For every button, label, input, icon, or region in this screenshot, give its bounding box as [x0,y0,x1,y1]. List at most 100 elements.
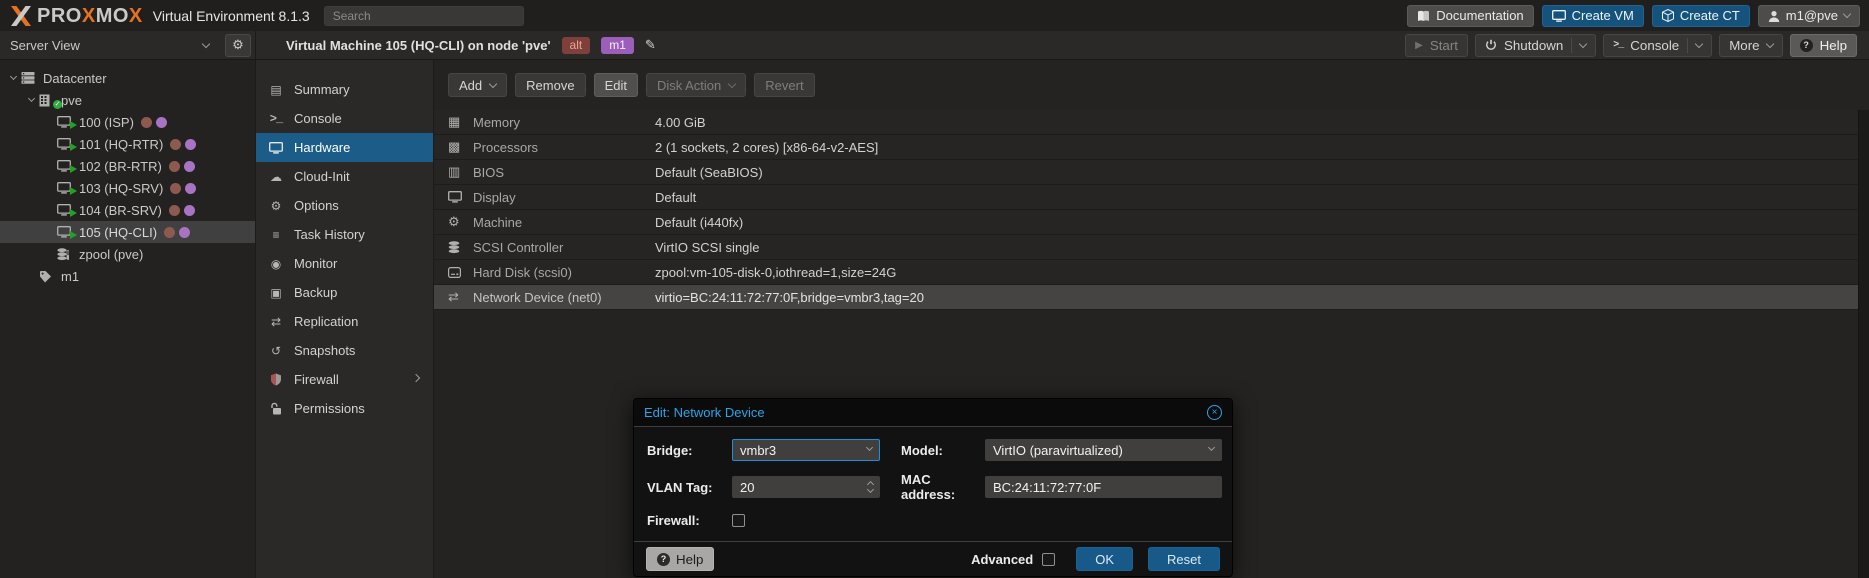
bridge-label: Bridge: [647,443,732,458]
revert-button[interactable]: Revert [754,73,814,97]
hardware-row-scsi-controller[interactable]: SCSI Controller VirtIO SCSI single [434,235,1869,260]
tree-item-tag-m1[interactable]: m1 [0,265,255,287]
expander-icon[interactable] [27,95,34,102]
running-indicator-icon [70,231,77,239]
nav-item-backup[interactable]: ▣ Backup [256,278,433,307]
dialog-help-button[interactable]: ? Help [646,547,714,571]
hardware-row-memory[interactable]: ▦ Memory 4.00 GiB [434,110,1869,135]
disk-action-button[interactable]: Disk Action [646,73,746,97]
nav-item-task-history[interactable]: ≡ Task History [256,220,433,249]
chevron-down-icon [489,79,497,87]
nav-item-monitor[interactable]: ◉ Monitor [256,249,433,278]
display-icon [448,191,473,203]
play-icon: ▶ [1415,40,1423,51]
vm-nav: ▤ Summary >_ Console Hardware ☁ Cloud-In… [256,60,434,578]
hardware-row-machine[interactable]: ⚙ Machine Default (i440fx) [434,210,1869,235]
cloud-icon: ☁ [268,170,284,184]
add-button[interactable]: Add [448,73,507,97]
dialog-header[interactable]: Edit: Network Device × [634,399,1232,427]
shield-icon [268,373,284,386]
bridge-combo[interactable] [732,439,880,461]
vlan-tag-label: VLAN Tag: [647,480,732,495]
vm-running-icon [57,116,77,128]
nav-item-replication[interactable]: ⇄ Replication [256,307,433,336]
page-title: Virtual Machine 105 (HQ-CLI) on node 'pv… [286,38,551,53]
close-icon[interactable]: × [1207,405,1222,420]
edit-button[interactable]: Edit [594,73,638,97]
vm-running-icon [57,182,77,194]
create-ct-button[interactable]: Create CT [1652,5,1750,27]
tree-item-vm-105[interactable]: 105 (HQ-CLI) [0,221,255,243]
tag-dot-m1 [156,117,167,128]
hardware-row-display[interactable]: Display Default [434,185,1869,210]
list-icon: ≡ [268,228,284,242]
vm-tag-alt: alt [562,37,591,54]
shutdown-button[interactable]: Shutdown [1475,34,1596,57]
tree-item-pve[interactable]: ✓ pve [0,89,255,111]
question-icon: ? [1800,39,1813,52]
chevron-down-icon [728,79,736,87]
hardware-row-bios[interactable]: ▥ BIOS Default (SeaBIOS) [434,160,1869,185]
hardware-row-network-device[interactable]: ⇄ Network Device (net0) virtio=BC:24:11:… [434,285,1869,310]
help-button[interactable]: ? Help [1790,34,1857,57]
tree-settings-button[interactable]: ⚙ [225,34,251,57]
gear-icon: ⚙ [232,37,244,53]
mac-address-field[interactable] [985,476,1222,498]
tree-item-vm-102[interactable]: 102 (BR-RTR) [0,155,255,177]
chevron-down-icon[interactable] [1695,39,1703,47]
expander-icon[interactable] [9,73,16,80]
nav-item-options[interactable]: ⚙ Options [256,191,433,220]
view-mode-select[interactable]: Server View [10,38,219,53]
vlan-tag-input[interactable] [732,476,880,498]
more-button[interactable]: More [1719,34,1782,57]
nav-item-firewall[interactable]: Firewall [256,365,433,394]
model-combo[interactable] [985,439,1222,461]
mac-address-input[interactable] [985,476,1222,498]
tag-dot-m1 [184,161,195,172]
vm-running-icon [57,226,77,238]
proxmox-logo[interactable]: PROXMOX [9,6,143,26]
nav-item-snapshots[interactable]: ↺ Snapshots [256,336,433,365]
vlan-tag-stepper[interactable] [732,476,880,498]
chevron-down-icon [1843,10,1851,18]
advanced-checkbox[interactable] [1042,553,1055,566]
scrollbar-track[interactable] [1858,110,1869,578]
tree-item-vm-100[interactable]: 100 (ISP) [0,111,255,133]
resource-tree: Datacenter ✓ pve 100 (ISP) [0,60,256,578]
tag-dot-m1 [185,183,196,194]
edit-tags-icon[interactable]: ✎ [645,37,656,53]
mac-address-label: MAC address: [901,472,985,502]
console-button[interactable]: >_ Console [1603,34,1712,57]
nav-item-cloud-init[interactable]: ☁ Cloud-Init [256,162,433,191]
hardware-row-hard-disk[interactable]: Hard Disk (scsi0) zpool:vm-105-disk-0,io… [434,260,1869,285]
chevron-down-icon[interactable] [1579,39,1587,47]
ok-button[interactable]: OK [1076,547,1133,571]
nav-item-hardware[interactable]: Hardware [256,133,433,162]
summary-icon: ▤ [268,83,284,97]
tree-item-datacenter[interactable]: Datacenter [0,67,255,89]
button-divider [1687,38,1688,53]
tree-item-vm-104[interactable]: 104 (BR-SRV) [0,199,255,221]
eye-icon: ◉ [268,257,284,271]
spinner-arrows[interactable] [868,480,873,492]
reset-button[interactable]: Reset [1148,547,1220,571]
firewall-label: Firewall: [647,513,732,528]
search-input[interactable] [324,6,524,26]
firewall-checkbox[interactable] [732,514,745,527]
tree-item-vm-103[interactable]: 103 (HQ-SRV) [0,177,255,199]
bridge-input[interactable] [732,439,880,461]
documentation-button[interactable]: Documentation [1407,5,1533,27]
advanced-label: Advanced [971,552,1033,567]
user-menu-button[interactable]: m1@pve [1758,5,1860,27]
nav-item-permissions[interactable]: Permissions [256,394,433,423]
nav-item-summary[interactable]: ▤ Summary [256,75,433,104]
tree-item-vm-101[interactable]: 101 (HQ-RTR) [0,133,255,155]
nav-item-console[interactable]: >_ Console [256,104,433,133]
floppy-icon: ▣ [268,286,284,300]
remove-button[interactable]: Remove [515,73,585,97]
tree-item-zpool[interactable]: zpool (pve) [0,243,255,265]
model-input[interactable] [985,439,1222,461]
create-vm-button[interactable]: Create VM [1542,5,1644,27]
start-button[interactable]: ▶ Start [1405,34,1468,57]
hardware-row-processors[interactable]: ▩ Processors 2 (1 sockets, 2 cores) [x86… [434,135,1869,160]
